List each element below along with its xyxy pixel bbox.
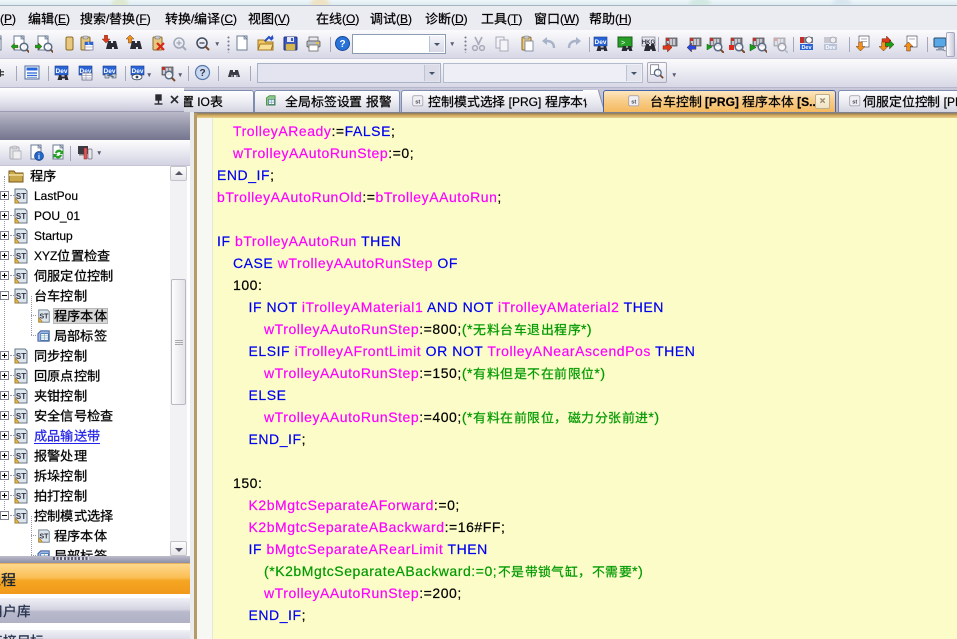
svg-text:ST: ST	[16, 452, 26, 461]
svg-text:ST: ST	[40, 534, 50, 541]
svg-text:Dev: Dev	[56, 68, 68, 75]
svg-text:Dev: Dev	[825, 45, 836, 51]
svg-text:i: i	[38, 154, 40, 161]
svg-text:ST: ST	[16, 252, 26, 261]
svg-text:ST: ST	[16, 392, 26, 401]
svg-text:Dev: Dev	[595, 39, 607, 46]
svg-text:ST: ST	[40, 314, 50, 321]
svg-text:ST: ST	[16, 212, 26, 221]
svg-text:ST: ST	[16, 272, 26, 281]
svg-text:ST: ST	[16, 512, 26, 521]
svg-text:>_: >_	[621, 40, 629, 47]
svg-text:ST: ST	[16, 192, 26, 201]
svg-text:st: st	[852, 99, 857, 105]
svg-text:ST: ST	[16, 352, 26, 361]
svg-text:?: ?	[199, 68, 205, 79]
svg-text:?: ?	[339, 39, 345, 50]
svg-text:ST: ST	[16, 372, 26, 381]
svg-text:ST: ST	[16, 412, 26, 421]
svg-text:st: st	[631, 99, 636, 105]
svg-text:st: st	[415, 99, 420, 105]
svg-text:Dev: Dev	[801, 45, 812, 51]
svg-text:ST: ST	[16, 232, 26, 241]
svg-text:ST: ST	[16, 472, 26, 481]
svg-text:ST: ST	[16, 492, 26, 501]
svg-text:ST: ST	[16, 432, 26, 441]
svg-text:IL: IL	[88, 42, 91, 46]
svg-text:ST: ST	[16, 292, 26, 301]
